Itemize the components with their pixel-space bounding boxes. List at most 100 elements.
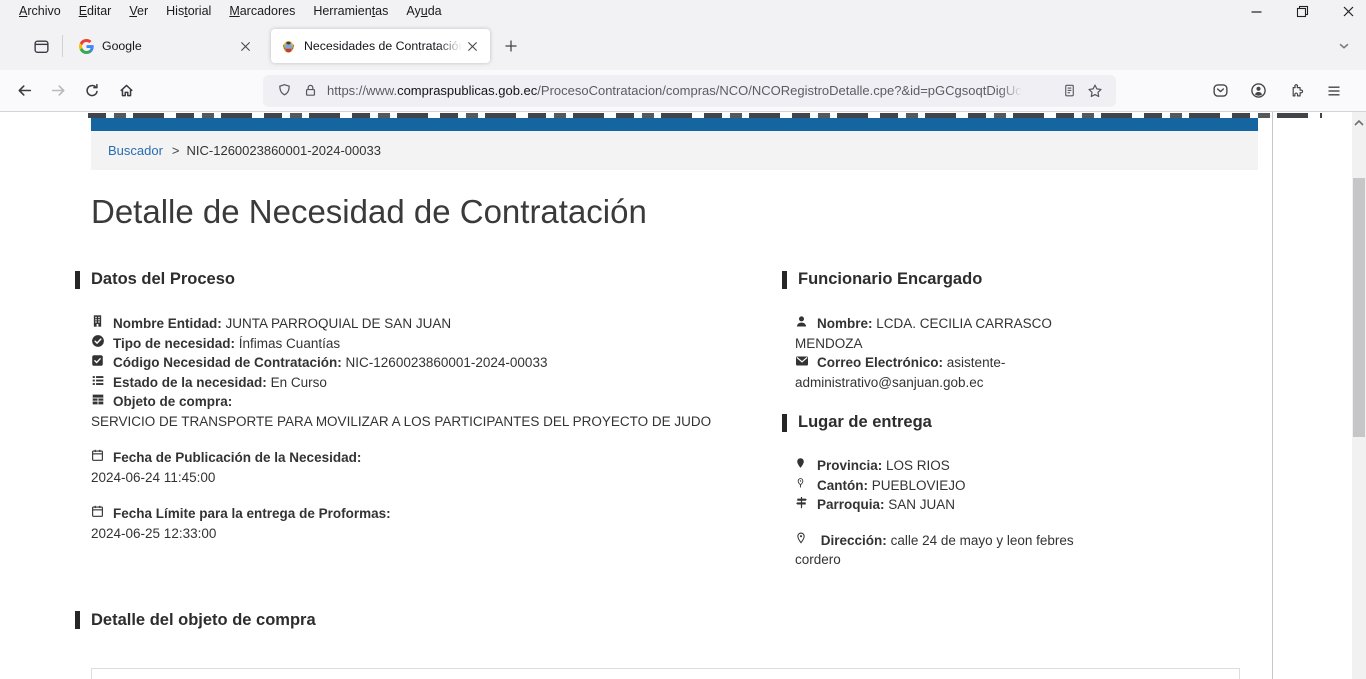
site-header-bar [91, 118, 1258, 131]
navigation-toolbar: https://www.compraspublicas.gob.ec/Proce… [0, 70, 1366, 112]
menu-archivo[interactable]: Archivo [10, 2, 70, 20]
close-icon [467, 41, 478, 52]
page-title: Detalle de Necesidad de Contratación [91, 194, 1258, 230]
field-estado-necesidad: Estado de la necesidad: En Curso [91, 373, 795, 393]
section-datos-del-proceso: Datos del Proceso Nombre Entidad: JUNTA … [91, 270, 795, 570]
column-header-unidad: Unidad [1033, 668, 1136, 679]
account-icon [1250, 82, 1267, 99]
home-icon [118, 82, 135, 99]
map-signs-icon [795, 496, 810, 509]
column-header-descripcion: Descripción del Producto [505, 668, 1033, 679]
pocket-button[interactable] [1204, 75, 1236, 107]
close-button[interactable] [1340, 3, 1356, 19]
reload-button[interactable] [76, 75, 108, 107]
site-security-button[interactable] [297, 78, 323, 104]
content-right-border [1272, 112, 1273, 679]
breadcrumb-link-buscador[interactable]: Buscador [108, 143, 163, 158]
field-tipo-necesidad: Tipo de necesidad: Ínfimas Cuantías [91, 334, 795, 354]
page-content: Buscador > NIC-1260023860001-2024-00033 … [0, 112, 1366, 679]
section-funcionario-encargado: Funcionario Encargado Nombre: LCDA. CECI… [795, 270, 1097, 392]
tab-google[interactable]: Google [69, 29, 263, 63]
column-header-cantidad: Cantidad [1136, 668, 1239, 679]
shield-icon [277, 83, 292, 98]
field-nombre-entidad: Nombre Entidad: JUNTA PARROQUIAL DE SAN … [91, 314, 795, 334]
section-bar [782, 414, 787, 432]
ecuador-favicon [281, 39, 296, 54]
clipped-site-header [88, 113, 1322, 118]
tab-bar: Google Necesidades de Contratación y [0, 22, 1366, 70]
section-heading: Detalle del objeto de compra [91, 611, 316, 630]
url-bar[interactable]: https://www.compraspublicas.gob.ec/Proce… [263, 75, 1116, 107]
section-bar [782, 271, 787, 289]
menu-button[interactable] [1318, 75, 1350, 107]
check-circle-icon [91, 334, 106, 348]
reader-view-icon [1062, 83, 1077, 98]
menu-bar: Archivo Editar Ver Historial Marcadores … [0, 0, 1366, 22]
firefox-view-button[interactable] [26, 31, 56, 61]
pocket-icon [1212, 82, 1229, 99]
column-header-no: No. [92, 668, 230, 679]
menu-herramientas[interactable]: Herramientas [304, 2, 397, 20]
menu-ver[interactable]: Ver [120, 2, 157, 20]
section-lugar-de-entrega: Lugar de entrega Provincia: LOS RIOS Can… [795, 413, 1097, 570]
section-detalle-objeto: Detalle del objeto de compra [91, 611, 1258, 630]
tab-necesidades[interactable]: Necesidades de Contratación y [271, 29, 490, 63]
google-favicon [79, 39, 94, 54]
field-parroquia: Parroquia: SAN JUAN [795, 495, 1097, 515]
section-bar [75, 271, 80, 289]
field-direccion: Dirección: calle 24 de mayo y leon febre… [795, 531, 1097, 570]
extensions-button[interactable] [1280, 75, 1312, 107]
field-provincia: Provincia: LOS RIOS [795, 456, 1097, 476]
table-icon [91, 393, 106, 406]
calendar-icon [91, 448, 106, 462]
account-button[interactable] [1242, 75, 1274, 107]
menu-ayuda[interactable]: Ayuda [397, 2, 450, 20]
new-tab-button[interactable] [496, 31, 526, 61]
home-button[interactable] [110, 75, 142, 107]
minimize-button[interactable] [1248, 3, 1264, 19]
restore-icon [1296, 5, 1309, 18]
field-correo: Correo Electrónico: asistente-administra… [795, 353, 1097, 392]
tab-divider [62, 35, 63, 57]
field-fecha-publicacion: Fecha de Publicación de la Necesidad: 20… [91, 448, 795, 487]
restore-button[interactable] [1294, 3, 1310, 19]
detalle-table: No. CPC Descripción del Producto Unidad … [91, 668, 1240, 679]
lock-icon [303, 83, 318, 98]
back-icon [16, 82, 33, 99]
column-header-cpc: CPC [229, 668, 505, 679]
reader-view-button[interactable] [1056, 78, 1082, 104]
tab-close-button[interactable] [235, 36, 255, 56]
bookmark-star-button[interactable] [1082, 78, 1108, 104]
section-bar [75, 611, 80, 629]
section-heading: Datos del Proceso [91, 270, 235, 289]
scrollbar-thumb[interactable] [1353, 178, 1365, 437]
scroll-up-button[interactable] [1352, 116, 1366, 130]
page-scrollbar[interactable] [1352, 112, 1366, 679]
bookmark-star-icon [1087, 83, 1103, 99]
menu-editar[interactable]: Editar [70, 2, 121, 20]
tab-close-button[interactable] [462, 36, 482, 56]
map-marker-icon [795, 456, 810, 470]
url-text[interactable]: https://www.compraspublicas.gob.ec/Proce… [327, 83, 1056, 98]
close-icon [1342, 5, 1355, 18]
field-codigo-necesidad: Código Necesidad de Contratación: NIC-12… [91, 353, 795, 373]
calendar-icon [91, 504, 106, 518]
tab-title: Necesidades de Contratación y [304, 39, 462, 53]
back-button[interactable] [8, 75, 40, 107]
section-heading: Lugar de entrega [798, 413, 932, 432]
menu-marcadores[interactable]: Marcadores [220, 2, 304, 20]
scroll-up-icon [1354, 119, 1364, 127]
breadcrumb-current: NIC-1260023860001-2024-00033 [187, 143, 381, 158]
field-nombre: Nombre: LCDA. CECILIA CARRASCO MENDOZA [795, 314, 1097, 353]
forward-button[interactable] [42, 75, 74, 107]
list-icon [91, 374, 106, 387]
list-all-tabs-button[interactable] [1330, 32, 1358, 60]
map-pin-icon [795, 531, 810, 545]
forward-icon [50, 82, 67, 99]
table-header-row: No. CPC Descripción del Producto Unidad … [92, 668, 1240, 679]
menu-icon [1326, 83, 1342, 99]
menu-historial[interactable]: Historial [157, 2, 220, 20]
tab-title: Google [102, 39, 235, 53]
tracking-shield-button[interactable] [271, 78, 297, 104]
envelope-icon [795, 355, 810, 367]
